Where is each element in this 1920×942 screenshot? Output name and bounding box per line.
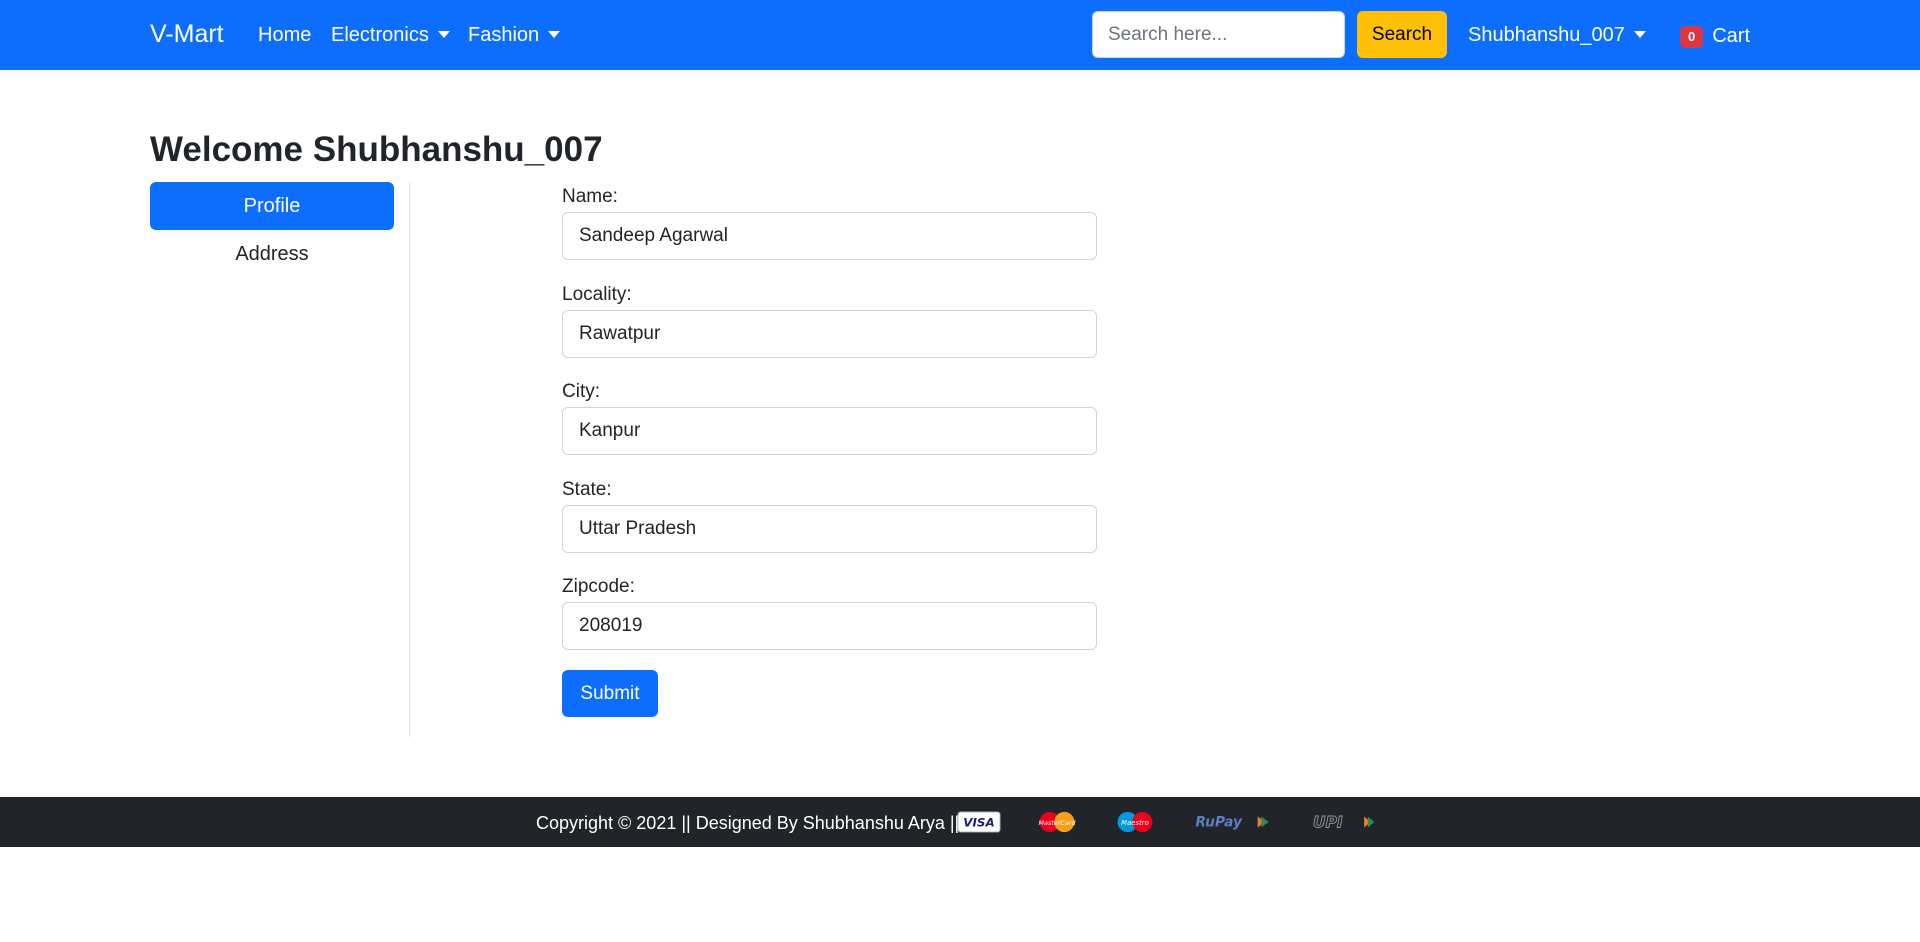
- mastercard-text: MasterCard: [1039, 819, 1077, 827]
- maestro-text: Maestro: [1121, 819, 1149, 827]
- copyright-text: Copyright © 2021 || Designed By Shubhans…: [536, 813, 960, 833]
- city-label: City:: [562, 381, 600, 402]
- user-menu-dropdown[interactable]: Shubhanshu_007: [1468, 24, 1646, 47]
- name-label: Name:: [562, 186, 618, 207]
- upi-text: UPI: [1313, 814, 1343, 832]
- cart-link[interactable]: 0 Cart: [1680, 25, 1750, 48]
- chevron-down-icon: [1633, 30, 1646, 38]
- footer: Copyright © 2021 || Designed By Shubhans…: [0, 797, 1920, 847]
- cart-count-badge: 0: [1680, 25, 1704, 48]
- sidebar-divider: [409, 182, 410, 737]
- search-input[interactable]: [1092, 11, 1345, 58]
- zipcode-field[interactable]: [562, 602, 1097, 650]
- submit-button[interactable]: Submit: [562, 670, 658, 717]
- mastercard-icon: MasterCard: [1039, 811, 1077, 833]
- state-label: State:: [562, 479, 612, 500]
- sidebar-item-address[interactable]: Address: [150, 230, 394, 278]
- rupay-text: RuPay: [1195, 815, 1243, 831]
- upi-icon: UPI: [1312, 813, 1375, 832]
- search-button[interactable]: Search: [1357, 11, 1447, 58]
- nav-fashion-dropdown[interactable]: Fashion: [468, 24, 561, 47]
- nav-electronics-label: Electronics: [331, 24, 429, 46]
- user-name: Shubhanshu_007: [1468, 24, 1625, 46]
- visa-icon: VISA: [957, 811, 1001, 833]
- rupay-icon: RuPay: [1195, 815, 1269, 831]
- city-field[interactable]: [562, 407, 1097, 455]
- zipcode-label: Zipcode:: [562, 576, 635, 597]
- page-title: Welcome Shubhanshu_007: [150, 130, 603, 169]
- locality-field[interactable]: [562, 310, 1097, 358]
- brand-logo[interactable]: V-Mart: [150, 20, 224, 49]
- state-field[interactable]: [562, 505, 1097, 553]
- chevron-down-icon: [437, 30, 450, 38]
- name-field[interactable]: [562, 212, 1097, 260]
- cart-label: Cart: [1712, 25, 1751, 47]
- nav-fashion-label: Fashion: [468, 24, 540, 46]
- navbar: V-Mart Home Electronics Fashion Search S…: [0, 0, 1920, 70]
- nav-electronics-dropdown[interactable]: Electronics: [331, 24, 450, 47]
- locality-label: Locality:: [562, 284, 632, 305]
- chevron-down-icon: [548, 30, 561, 38]
- maestro-icon: Maestro: [1117, 811, 1153, 833]
- visa-text: VISA: [963, 816, 994, 830]
- sidebar-item-profile[interactable]: Profile: [150, 182, 394, 230]
- nav-home[interactable]: Home: [258, 24, 311, 47]
